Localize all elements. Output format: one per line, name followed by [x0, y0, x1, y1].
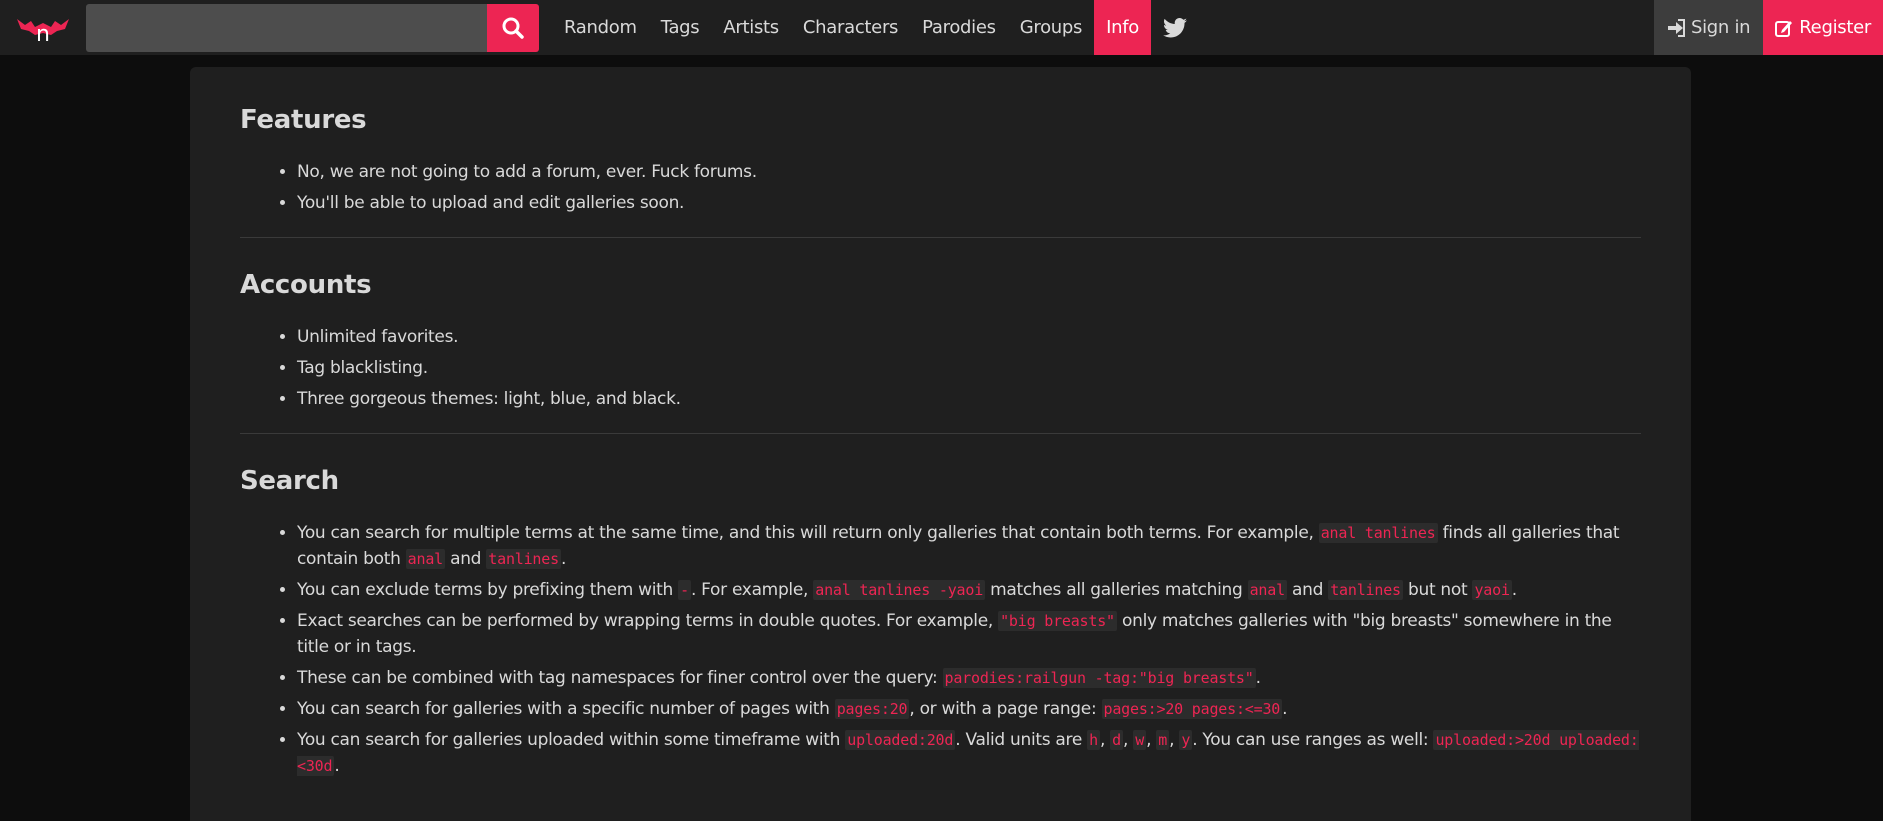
nav-link-characters[interactable]: Characters	[791, 0, 910, 55]
search-bar	[86, 0, 539, 55]
code-example: anal tanlines -yaoi	[813, 580, 986, 600]
info-content: Features No, we are not going to add a f…	[190, 67, 1691, 821]
code-example: uploaded:20d	[845, 730, 956, 750]
text: You can search for galleries uploaded wi…	[297, 730, 846, 750]
register-label: Register	[1799, 17, 1871, 38]
text: You can exclude terms by prefixing them …	[297, 580, 679, 600]
code-example: d	[1110, 730, 1124, 750]
top-navbar: n Random Tags Artists Characters Parodie…	[0, 0, 1883, 55]
register-button[interactable]: Register	[1763, 0, 1883, 55]
edit-icon	[1775, 20, 1793, 37]
search-input[interactable]	[86, 3, 487, 52]
search-button[interactable]	[487, 3, 539, 52]
text: ,	[1169, 730, 1180, 750]
text: ,	[1123, 730, 1134, 750]
text: and	[1286, 580, 1329, 600]
sign-in-icon	[1667, 18, 1685, 37]
text: but not	[1402, 580, 1473, 600]
list-item: You can exclude terms by prefixing them …	[297, 577, 1641, 603]
nav-links: Random Tags Artists Characters Parodies …	[552, 0, 1199, 55]
code-example: m	[1156, 730, 1170, 750]
text: .	[1255, 668, 1261, 688]
code-example: yaoi	[1472, 580, 1512, 600]
list-item: You can search for multiple terms at the…	[297, 520, 1641, 572]
list-item: These can be combined with tag namespace…	[297, 665, 1641, 691]
nav-link-artists[interactable]: Artists	[711, 0, 791, 55]
code-example: tanlines	[486, 549, 561, 569]
features-heading: Features	[240, 105, 367, 135]
accounts-heading: Accounts	[240, 270, 372, 300]
list-item: No, we are not going to add a forum, eve…	[297, 159, 1641, 185]
text: You can search for multiple terms at the…	[297, 523, 1319, 543]
search-section: Search You can search for multiple terms…	[240, 466, 1641, 779]
code-example: -	[678, 580, 691, 600]
auth-links: Sign in Register	[1653, 0, 1883, 55]
twitter-icon	[1162, 17, 1187, 37]
code-example: tanlines	[1328, 580, 1403, 600]
text: ,	[1146, 730, 1157, 750]
logo-icon: n	[17, 18, 69, 43]
search-list: You can search for multiple terms at the…	[240, 520, 1641, 779]
list-item: Unlimited favorites.	[297, 324, 1641, 350]
sign-in-button[interactable]: Sign in	[1653, 0, 1764, 55]
sign-in-label: Sign in	[1690, 17, 1751, 38]
text: . For example,	[690, 580, 814, 600]
list-item: Three gorgeous themes: light, blue, and …	[297, 386, 1641, 412]
nav-link-random[interactable]: Random	[552, 0, 649, 55]
text: . Valid units are	[955, 730, 1088, 750]
code-example: anal	[1247, 580, 1287, 600]
nav-link-groups[interactable]: Groups	[1008, 0, 1094, 55]
text: .	[1511, 580, 1517, 600]
code-example: w	[1133, 730, 1147, 750]
svg-text:n: n	[36, 22, 50, 43]
text: .	[560, 549, 567, 569]
text: .	[1282, 699, 1288, 719]
twitter-link[interactable]	[1151, 0, 1199, 55]
section-divider	[240, 433, 1641, 434]
code-example: anal tanlines	[1318, 523, 1438, 543]
search-icon	[502, 17, 524, 39]
code-example: pages:>20 pages:<=30	[1101, 699, 1283, 719]
nav-link-tags[interactable]: Tags	[649, 0, 712, 55]
code-example: y	[1179, 730, 1193, 750]
accounts-list: Unlimited favorites. Tag blacklisting. T…	[240, 324, 1641, 412]
nav-link-parodies[interactable]: Parodies	[910, 0, 1008, 55]
list-item: Tag blacklisting.	[297, 355, 1641, 381]
code-example: pages:20	[834, 699, 910, 719]
search-heading: Search	[240, 466, 339, 496]
text: and	[444, 549, 487, 569]
features-section: Features No, we are not going to add a f…	[240, 105, 1641, 216]
text: These can be combined with tag namespace…	[297, 668, 943, 688]
text: You can search for galleries with a spec…	[297, 699, 835, 719]
text: , or with a page range:	[909, 699, 1102, 719]
list-item: You'll be able to upload and edit galler…	[297, 190, 1641, 216]
list-item: You can search for galleries uploaded wi…	[297, 727, 1641, 779]
features-list: No, we are not going to add a forum, eve…	[240, 159, 1641, 216]
text: ,	[1099, 730, 1111, 750]
accounts-section: Accounts Unlimited favorites. Tag blackl…	[240, 270, 1641, 412]
code-example: "big breasts"	[998, 611, 1117, 631]
text: .	[334, 756, 340, 776]
code-example: parodies:railgun -tag:"big breasts"	[942, 668, 1256, 688]
list-item: You can search for galleries with a spec…	[297, 696, 1641, 722]
site-logo[interactable]: n	[0, 0, 86, 55]
list-item: Exact searches can be performed by wrapp…	[297, 608, 1641, 660]
text: Exact searches can be performed by wrapp…	[297, 611, 999, 631]
code-example: h	[1087, 730, 1100, 750]
code-example: anal	[405, 549, 445, 569]
section-divider	[240, 237, 1641, 238]
text: . You can use ranges as well:	[1192, 730, 1434, 750]
text: matches all galleries matching	[985, 580, 1248, 600]
nav-link-info[interactable]: Info	[1094, 0, 1151, 55]
